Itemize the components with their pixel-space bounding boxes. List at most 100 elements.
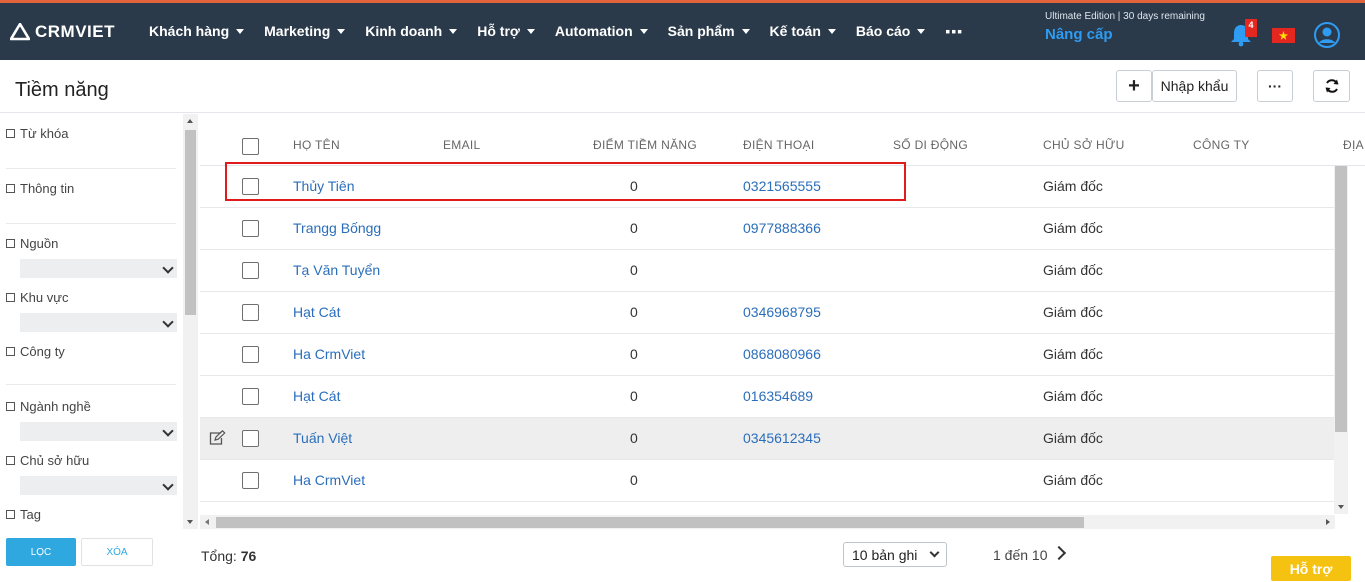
page-size-select[interactable]: 10 bản ghi [843,542,947,567]
lead-name-link[interactable]: Thủy Tiên [293,178,354,194]
checkbox[interactable] [6,129,15,138]
filter-label: Từ khóa [20,126,69,141]
lead-name-link[interactable]: Ha CrmViet [293,472,365,488]
owner-select[interactable] [20,476,177,495]
select-all-checkbox[interactable] [242,138,259,155]
row-checkbox[interactable] [242,178,259,195]
support-button[interactable]: Hỗ trợ [1271,556,1351,581]
checkbox[interactable] [6,184,15,193]
filter-company[interactable]: Công ty [6,344,65,359]
menu-ho-tro[interactable]: Hỗ trợ [477,23,535,39]
table-row[interactable]: Ha CrmViet 0 0868080966 Giám đốc [200,334,1335,376]
scroll-down-icon[interactable] [1338,505,1344,509]
column-header-name[interactable]: HỌ TÊN [293,138,340,152]
edit-icon[interactable] [208,430,226,446]
menu-label: Báo cáo [855,23,911,39]
lead-name-link[interactable]: Trangg Bốngg [293,220,381,236]
lead-phone-link[interactable]: 0345612345 [743,430,821,446]
filter-industry[interactable]: Ngành nghề [6,399,91,414]
row-checkbox[interactable] [242,220,259,237]
checkbox[interactable] [6,510,15,519]
refresh-button[interactable] [1313,70,1350,102]
lead-phone-link[interactable]: 0868080966 [743,346,821,362]
column-header-mobile[interactable]: SỐ DI ĐỘNG [893,138,968,152]
user-avatar-icon[interactable] [1314,22,1340,48]
table-vertical-scrollbar[interactable] [1334,166,1348,514]
table-row[interactable]: Thủy Tiên 0 0321565555 Giám đốc [200,166,1335,208]
logo-icon [10,23,30,41]
filter-source[interactable]: Nguồn [6,236,58,251]
lead-name-link[interactable]: Tạ Văn Tuyển [293,262,380,278]
more-menu-icon[interactable]: ▪▪▪ [945,23,963,39]
table-row[interactable]: Trangg Bốngg 0 0977888366 Giám đốc [200,208,1335,250]
logo[interactable]: CRMVIET [10,19,115,45]
checkbox[interactable] [6,293,15,302]
filter-keyword[interactable]: Từ khóa [6,126,68,141]
scroll-right-icon[interactable] [1326,519,1330,525]
total-label: Tổng: [201,548,237,564]
column-header-company[interactable]: CÔNG TY [1193,138,1250,152]
row-checkbox[interactable] [242,346,259,363]
filter-region[interactable]: Khu vực [6,290,68,305]
scrollbar-thumb[interactable] [1335,166,1347,432]
lead-name-link[interactable]: Ha CrmViet [293,346,365,362]
filter-tag[interactable]: Tag [6,507,41,522]
lead-phone-link[interactable]: 0977888366 [743,220,821,236]
menu-san-pham[interactable]: Sản phẩm [668,23,750,39]
checkbox[interactable] [6,456,15,465]
menu-ke-toan[interactable]: Kế toán [770,23,836,39]
lead-phone-link[interactable]: 016354689 [743,388,813,404]
scroll-up-icon[interactable] [187,119,193,123]
clear-filter-button[interactable]: XÓA [81,538,153,566]
menu-khach-hang[interactable]: Khách hàng [149,23,245,39]
table-row[interactable]: Ha CrmViet 0 Giám đốc [200,460,1335,502]
column-header-score[interactable]: ĐIỂM TIỀM NĂNG [593,138,697,152]
lead-name-link[interactable]: Hạt Cát [293,304,340,320]
row-checkbox[interactable] [242,430,259,447]
table-row[interactable]: Hạt Cát 0 016354689 Giám đốc [200,376,1335,418]
column-header-phone[interactable]: ĐIỆN THOẠI [743,138,814,152]
table-row-hovered[interactable]: Tuấn Việt 0 0345612345 Giám đốc [200,418,1335,460]
upgrade-link[interactable]: Nâng cấp [1045,26,1113,43]
column-header-owner[interactable]: CHỦ SỞ HỮU [1043,138,1125,152]
table-horizontal-scrollbar[interactable] [200,515,1335,529]
scrollbar-thumb[interactable] [185,130,196,315]
table-row[interactable]: Hạt Cát 0 0346968795 Giám đốc [200,292,1335,334]
filter-button[interactable]: LỌC [6,538,76,566]
menu-kinh-doanh[interactable]: Kinh doanh [365,23,458,39]
table-row[interactable]: Tạ Văn Tuyển 0 Giám đốc [200,250,1335,292]
filter-owner[interactable]: Chủ sở hữu [6,453,89,468]
row-checkbox[interactable] [242,262,259,279]
filter-info[interactable]: Thông tin [6,181,74,196]
scrollbar-thumb[interactable] [216,517,1084,528]
import-button[interactable]: Nhập khẩu [1152,70,1237,102]
lead-name-link[interactable]: Hạt Cát [293,388,340,404]
lead-phone-link[interactable]: 0321565555 [743,178,821,194]
source-select[interactable] [20,259,177,278]
lead-name-link[interactable]: Tuấn Việt [293,430,352,446]
lead-owner: Giám đốc [1043,388,1103,404]
more-options-button[interactable]: ··· [1257,70,1293,102]
checkbox[interactable] [6,239,15,248]
menu-marketing[interactable]: Marketing [264,23,346,39]
row-checkbox[interactable] [242,304,259,321]
checkbox[interactable] [6,347,15,356]
lead-owner: Giám đốc [1043,220,1103,236]
row-checkbox[interactable] [242,472,259,489]
checkbox[interactable] [6,402,15,411]
column-header-email[interactable]: EMAIL [443,138,481,152]
row-checkbox[interactable] [242,388,259,405]
menu-bao-cao[interactable]: Báo cáo [855,23,926,39]
add-button[interactable]: + [1116,70,1152,102]
sidebar-scrollbar[interactable] [183,114,198,529]
next-page-icon[interactable] [1051,545,1067,561]
lead-phone-link[interactable]: 0346968795 [743,304,821,320]
vietnam-flag-icon[interactable] [1272,28,1295,43]
region-select[interactable] [20,313,177,332]
scroll-down-icon[interactable] [187,520,193,524]
scroll-left-icon[interactable] [205,519,209,525]
column-header-address[interactable]: ĐỊA [1343,138,1364,152]
menu-automation[interactable]: Automation [555,23,648,39]
edition-info: Ultimate Edition | 30 days remaining [1045,11,1205,22]
industry-select[interactable] [20,422,177,441]
